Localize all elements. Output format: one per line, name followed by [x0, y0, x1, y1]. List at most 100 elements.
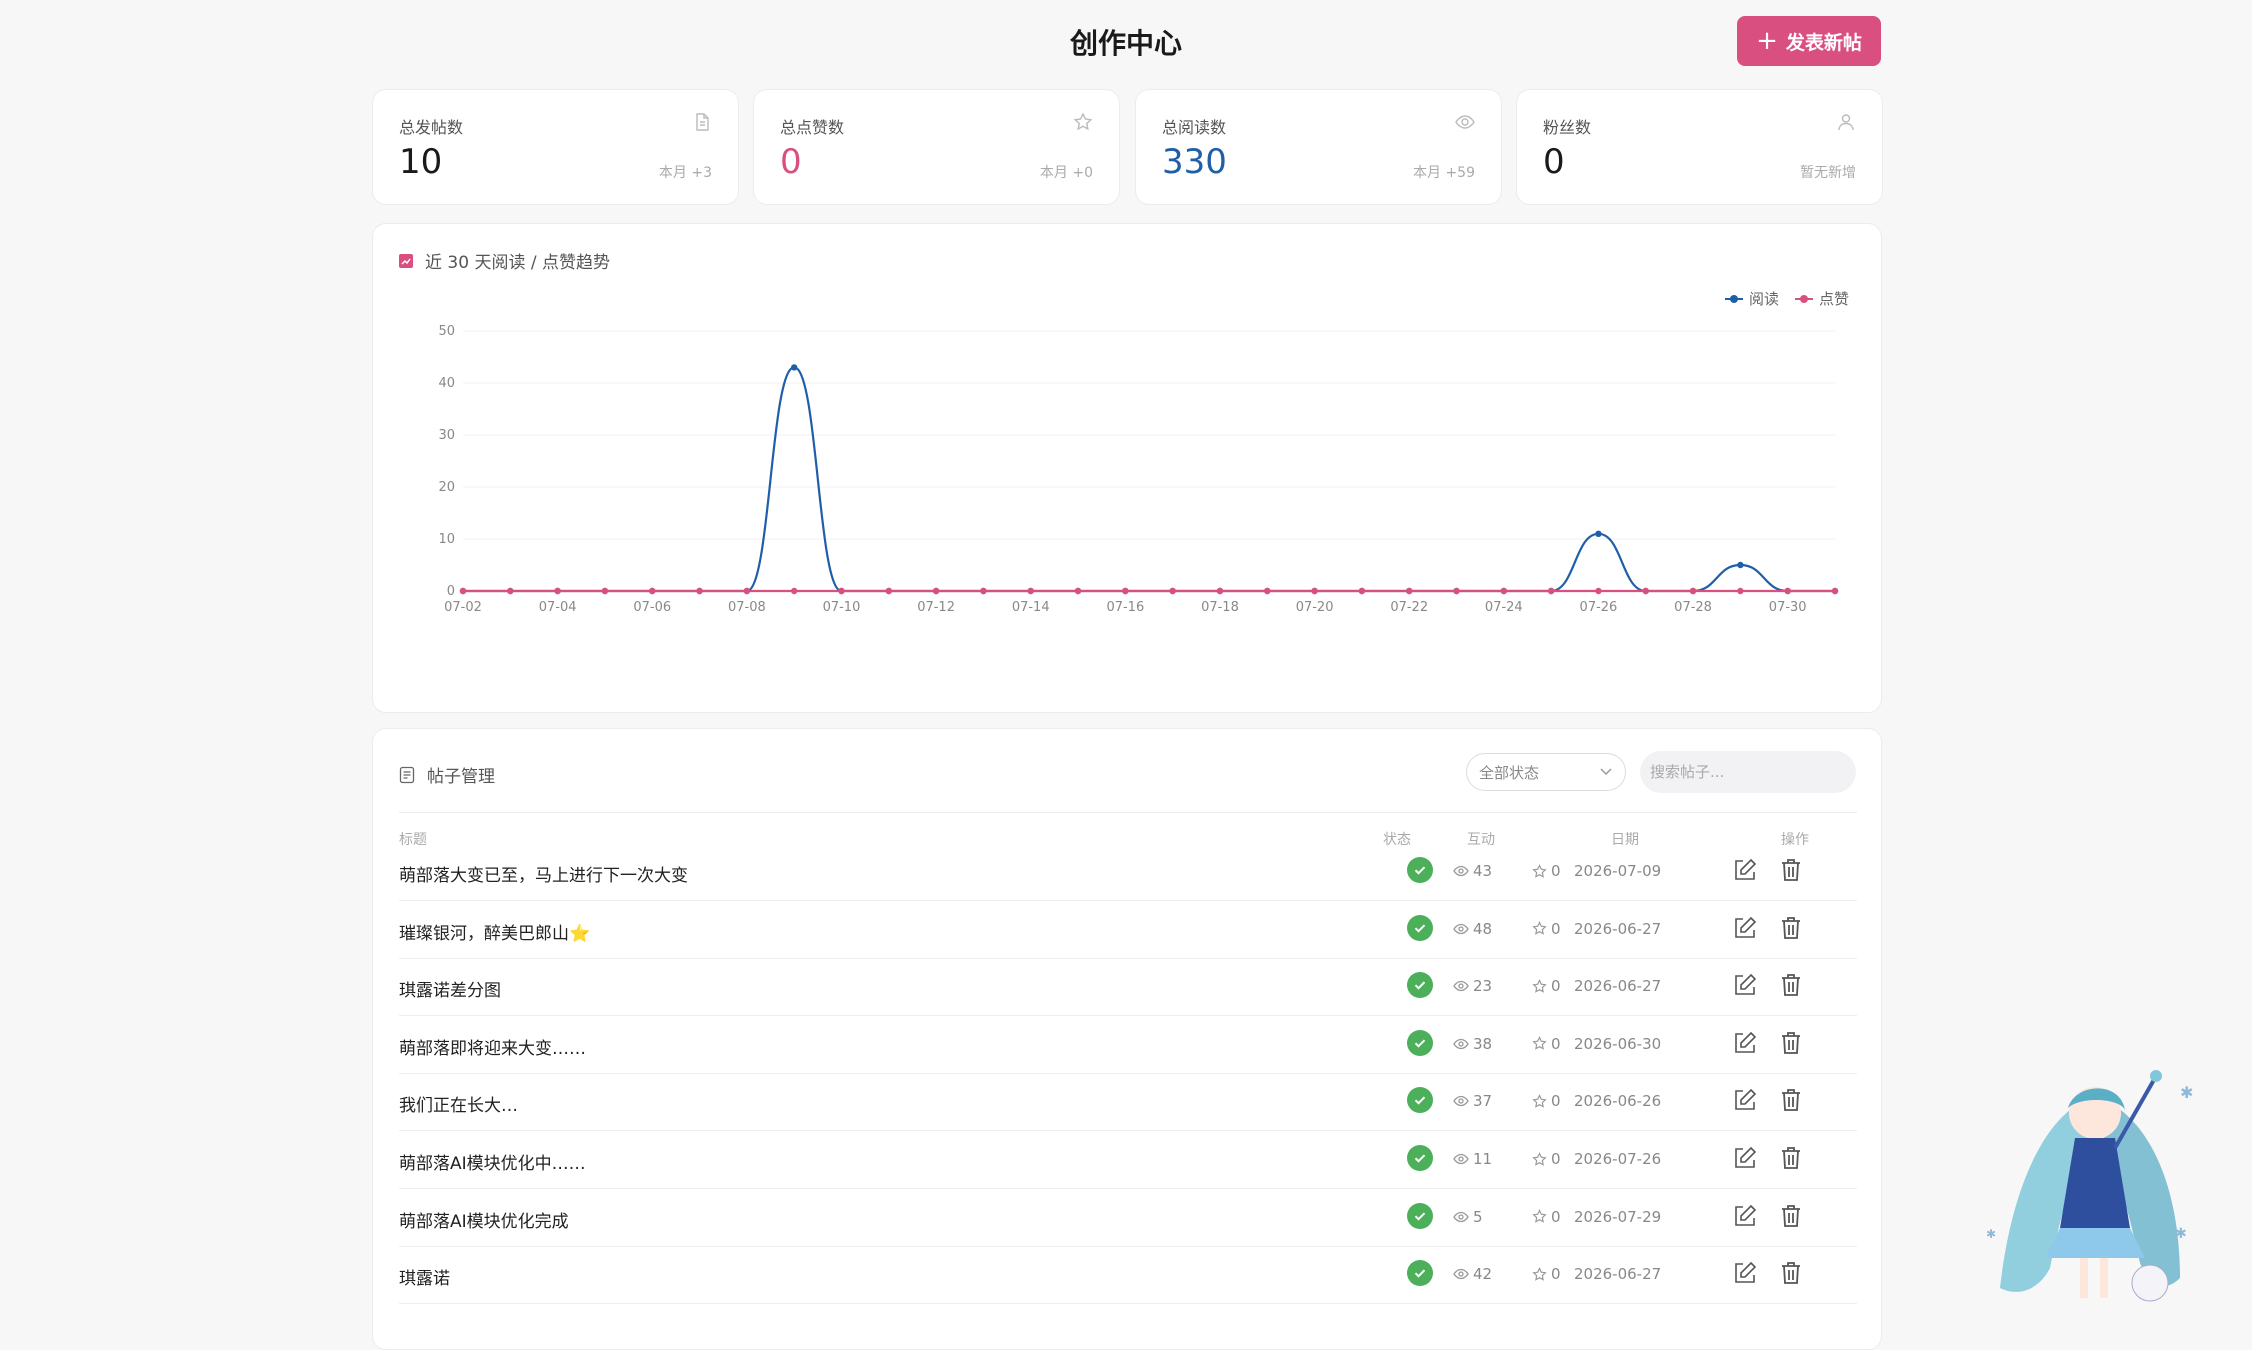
view-count: 23: [1453, 977, 1492, 995]
view-count: 37: [1453, 1092, 1492, 1110]
status-published-icon: [1407, 972, 1433, 999]
table-row[interactable]: 萌部落大变已至，马上进行下一次大变 43 0 2026-07-09: [399, 843, 1857, 901]
delete-button[interactable]: [1778, 1087, 1804, 1113]
data-point: [1074, 587, 1082, 595]
like-count-value: 0: [1551, 1034, 1561, 1053]
check-icon: [1414, 924, 1426, 933]
delete-button[interactable]: [1778, 857, 1804, 883]
status-filter-select[interactable]: 全部状态: [1466, 753, 1626, 791]
delete-button[interactable]: [1778, 1203, 1804, 1229]
status-published-icon: [1407, 1029, 1433, 1056]
data-point: [743, 587, 751, 595]
edit-button[interactable]: [1732, 1203, 1758, 1229]
edit-button[interactable]: [1732, 857, 1758, 883]
check-icon: [1414, 1096, 1426, 1106]
data-point: [1784, 587, 1791, 595]
like-count: 0: [1532, 1092, 1561, 1110]
data-point: [1642, 587, 1649, 595]
post-title-link[interactable]: 琪露诺: [399, 1264, 450, 1289]
page-header: 创作中心 + 发表新帖: [0, 0, 2252, 84]
data-point: [1689, 587, 1697, 595]
x-tick-label: 07-24: [1485, 600, 1523, 615]
edit-button[interactable]: [1732, 1030, 1758, 1056]
star-icon: [1532, 1036, 1547, 1051]
edit-button[interactable]: [1732, 915, 1758, 941]
y-tick-label: 10: [438, 532, 455, 547]
post-title-link[interactable]: 璀璨银河，醉美巴郎山⭐: [399, 919, 590, 944]
like-count: 0: [1532, 1150, 1561, 1168]
delete-button[interactable]: [1778, 1145, 1804, 1171]
post-date: 2026-06-27: [1574, 919, 1662, 938]
trend-chart: 0 10 20 30 40 50 07-02 07-04 07-06 07-08 07-10 07-1…: [438, 324, 1839, 615]
stat-value: 10: [399, 142, 443, 182]
edit-icon: [1735, 1146, 1757, 1168]
data-point: [1311, 587, 1318, 595]
view-count-value: 38: [1473, 1034, 1493, 1053]
like-count-value: 0: [1551, 862, 1561, 880]
edit-icon: [1735, 858, 1757, 880]
y-tick-label: 20: [438, 480, 455, 495]
y-tick-label: 0: [447, 584, 455, 599]
like-count: 0: [1532, 1265, 1561, 1283]
like-count-value: 0: [1551, 1265, 1561, 1284]
post-title-link[interactable]: 琪露诺差分图: [399, 976, 501, 1001]
post-date: 2026-06-30: [1574, 1034, 1662, 1053]
delete-button[interactable]: [1778, 1260, 1804, 1286]
trash-icon: [1782, 1204, 1800, 1227]
posts-title-text: 帖子管理: [427, 767, 495, 787]
check-icon: [1414, 981, 1426, 990]
x-tick-label: 07-30: [1769, 600, 1807, 615]
table-row[interactable]: 琪露诺 42 0 2026-06-27: [399, 1246, 1857, 1305]
stat-note: 暂无新增: [1800, 165, 1856, 181]
x-tick-label: 07-06: [633, 600, 671, 615]
post-title-link[interactable]: 萌部落AI模块优化完成: [399, 1207, 569, 1232]
table-row[interactable]: 我们正在长大… 37 0 2026-06-26: [399, 1073, 1857, 1132]
delete-button[interactable]: [1778, 1030, 1804, 1056]
edit-button[interactable]: [1732, 1087, 1758, 1113]
status-filter-value: 全部状态: [1479, 763, 1540, 782]
edit-button[interactable]: [1732, 1145, 1758, 1171]
stat-label: 总阅读数: [1162, 118, 1227, 137]
edit-button[interactable]: [1732, 1260, 1758, 1286]
status-published-icon: [1407, 857, 1433, 883]
stat-card-posts: 总发帖数 10 本月 +3: [372, 89, 739, 205]
like-count-value: 0: [1551, 1207, 1561, 1226]
svg-text:✱: ✱: [2180, 1083, 2193, 1102]
table-row[interactable]: 璀璨银河，醉美巴郎山⭐ 48 0 2026-06-27: [399, 901, 1857, 959]
post-title-link[interactable]: 我们正在长大…: [399, 1091, 518, 1116]
status-published-icon: [1407, 914, 1433, 941]
stat-value: 0: [780, 142, 802, 182]
search-posts-input[interactable]: [1640, 751, 1856, 793]
new-post-button[interactable]: + 发表新帖: [1737, 16, 1881, 66]
stat-note: 本月 +0: [1039, 165, 1093, 181]
y-tick-label: 30: [438, 428, 455, 443]
post-title-link[interactable]: 萌部落即将迎来大变……: [399, 1034, 586, 1059]
data-point: [1547, 587, 1555, 595]
like-count-value: 0: [1551, 977, 1561, 996]
data-point: [696, 587, 703, 595]
table-row[interactable]: 萌部落AI模块优化完成 5 0 2026-07-29: [399, 1189, 1857, 1247]
trash-icon: [1782, 1147, 1800, 1169]
trash-icon: [1782, 974, 1800, 997]
post-title-link[interactable]: 萌部落大变已至，马上进行下一次大变: [399, 861, 688, 886]
edit-icon: [1735, 974, 1757, 995]
delete-button[interactable]: [1778, 972, 1804, 998]
table-row[interactable]: 萌部落即将迎来大变…… 38 0 2026-06-30: [399, 1016, 1857, 1074]
x-tick-label: 07-18: [1201, 600, 1239, 615]
document-list-icon: [399, 766, 415, 783]
data-point: [1027, 587, 1034, 595]
post-title-link[interactable]: 萌部落AI模块优化中……: [399, 1149, 586, 1174]
data-point: [1595, 587, 1602, 595]
chevron-down-icon: [1600, 768, 1612, 776]
y-tick-label: 40: [438, 376, 455, 391]
delete-button[interactable]: [1778, 915, 1804, 941]
star-icon: [1532, 1094, 1547, 1108]
data-point: [1595, 530, 1602, 537]
x-tick-label: 07-12: [917, 600, 955, 615]
edit-button[interactable]: [1732, 972, 1758, 998]
table-row[interactable]: 琪露诺差分图 23 0 2026-06-27: [399, 958, 1857, 1017]
series-line-reads: [463, 366, 1835, 593]
edit-icon: [1735, 1262, 1757, 1283]
table-row[interactable]: 萌部落AI模块优化中…… 11 0 2026-07-26: [399, 1131, 1857, 1189]
check-icon: [1414, 1039, 1426, 1048]
